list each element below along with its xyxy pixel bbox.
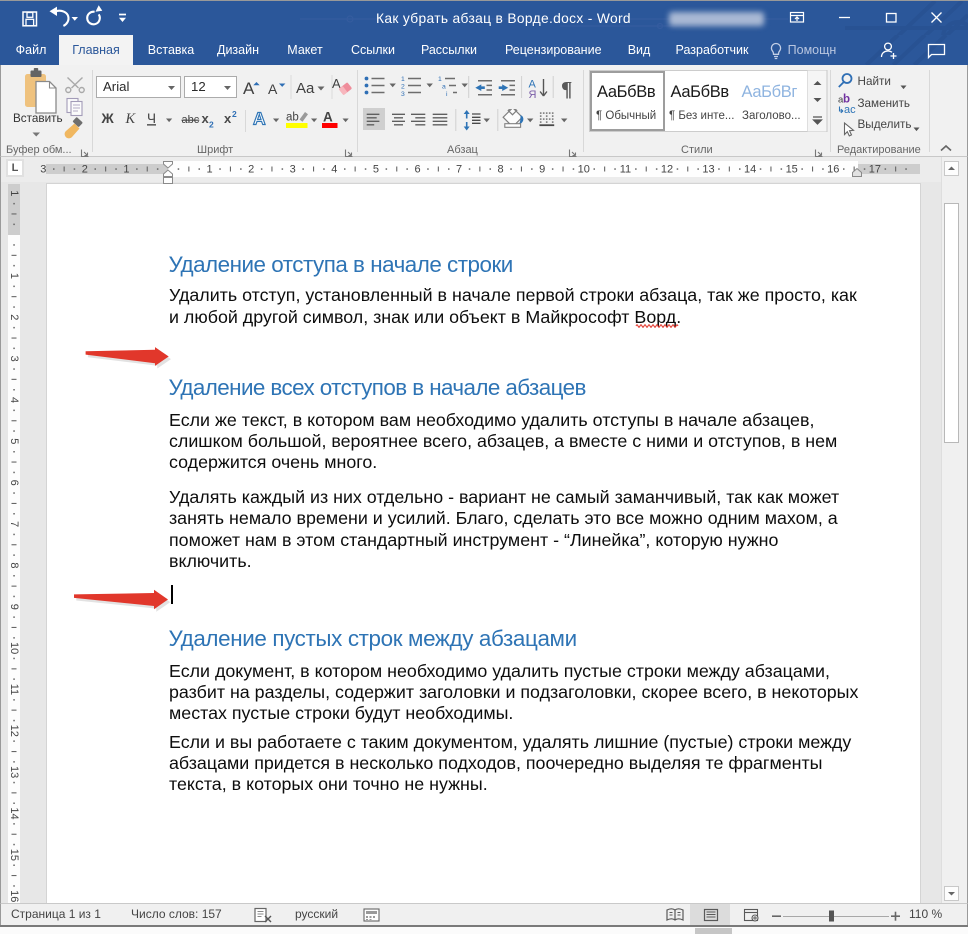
svg-text:¶: ¶	[561, 77, 572, 101]
svg-text:1: 1	[438, 76, 442, 83]
svg-text:4: 4	[8, 397, 20, 403]
svg-text:1: 1	[8, 190, 20, 196]
svg-text:17: 17	[869, 164, 881, 176]
svg-text:5: 5	[373, 164, 379, 176]
svg-text:12: 12	[661, 164, 673, 176]
svg-text:16: 16	[8, 890, 20, 902]
svg-text:8: 8	[8, 562, 20, 568]
svg-text:16: 16	[827, 164, 839, 176]
svg-text:14: 14	[744, 164, 756, 176]
svg-text:6: 6	[414, 164, 420, 176]
svg-text:А: А	[253, 109, 266, 129]
svg-text:13: 13	[702, 164, 714, 176]
svg-text:9: 9	[8, 604, 20, 610]
svg-text:11: 11	[620, 164, 631, 176]
svg-text:11: 11	[8, 684, 20, 695]
svg-text:15: 15	[8, 849, 20, 861]
svg-text:5: 5	[8, 438, 20, 444]
svg-text:abc: abc	[182, 114, 200, 126]
svg-text:Ч: Ч	[147, 111, 156, 126]
svg-text:9: 9	[539, 164, 545, 176]
svg-text:13: 13	[8, 766, 20, 778]
svg-text:7: 7	[8, 521, 20, 527]
svg-text:x: x	[224, 111, 232, 126]
svg-text:8: 8	[498, 164, 504, 176]
svg-text:7: 7	[456, 164, 462, 176]
svg-text:2: 2	[8, 314, 20, 320]
svg-text:A: A	[268, 81, 278, 97]
svg-text:4: 4	[331, 164, 337, 176]
svg-text:1: 1	[207, 164, 213, 176]
svg-text:10: 10	[8, 642, 20, 654]
svg-text:12: 12	[8, 725, 20, 737]
svg-text:Ж: Ж	[101, 111, 115, 126]
svg-text:А: А	[323, 110, 333, 125]
svg-text:ac: ac	[844, 104, 856, 116]
svg-text:3: 3	[8, 356, 20, 362]
svg-text:1: 1	[401, 76, 405, 83]
svg-text:2: 2	[232, 109, 237, 119]
svg-text:2: 2	[401, 84, 405, 91]
svg-text:15: 15	[786, 164, 798, 176]
svg-text:i: i	[446, 91, 448, 98]
svg-text:A: A	[243, 79, 255, 98]
svg-text:К: К	[125, 111, 137, 127]
svg-text:3: 3	[40, 164, 46, 176]
svg-text:6: 6	[8, 480, 20, 486]
svg-text:ab: ab	[286, 112, 299, 124]
svg-text:2: 2	[82, 164, 88, 176]
svg-text:Я: Я	[529, 89, 537, 101]
svg-text:3: 3	[290, 164, 296, 176]
svg-text:Aa: Aa	[296, 80, 315, 97]
svg-text:3: 3	[401, 91, 405, 98]
svg-text:14: 14	[8, 807, 20, 819]
svg-text:10: 10	[578, 164, 590, 176]
svg-text:2: 2	[248, 164, 254, 176]
svg-text:1: 1	[8, 273, 20, 279]
svg-text:1: 1	[123, 164, 129, 176]
svg-text:2: 2	[209, 120, 214, 130]
svg-text:a: a	[442, 84, 446, 91]
